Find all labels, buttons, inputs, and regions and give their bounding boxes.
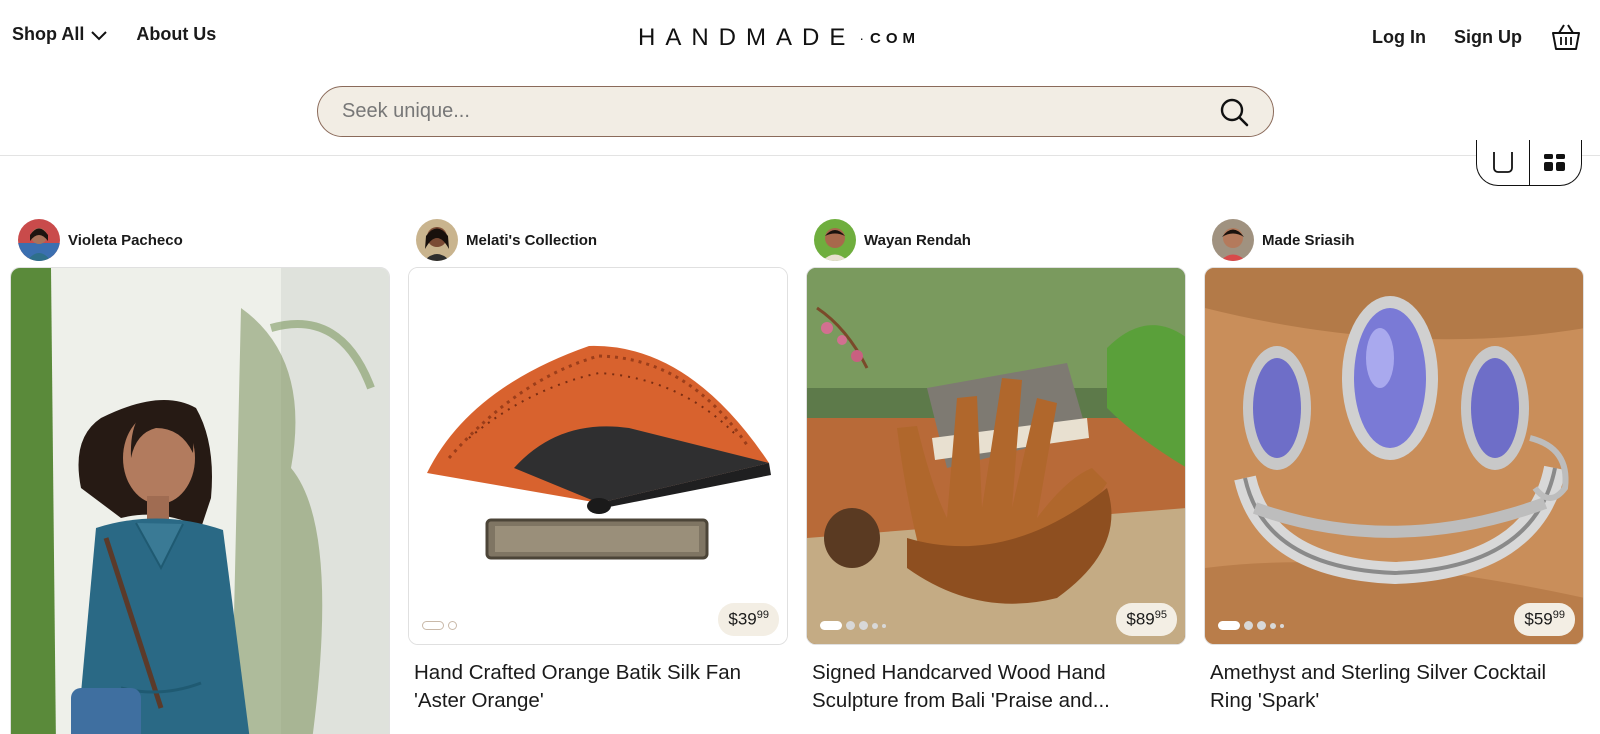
carousel-dot[interactable]: [820, 621, 842, 630]
sign-up-link[interactable]: Sign Up: [1454, 27, 1522, 48]
seller-link[interactable]: Violeta Pacheco: [10, 218, 390, 262]
avatar: [18, 219, 60, 261]
seller-name: Melati's Collection: [466, 231, 598, 249]
image-carousel-dots[interactable]: [1218, 621, 1284, 630]
price-dollars: $59: [1524, 610, 1553, 629]
nav-right: Log In Sign Up: [1372, 22, 1582, 52]
product-card[interactable]: Wayan Rendah $8995 Signed Handcarved Woo…: [806, 218, 1186, 719]
search-input[interactable]: [342, 87, 1182, 135]
log-in-link[interactable]: Log In: [1372, 27, 1426, 48]
carousel-dot[interactable]: [448, 621, 457, 630]
product-image[interactable]: $3999: [408, 267, 788, 645]
grid-view-button[interactable]: [1528, 140, 1582, 185]
price-cents: 99: [756, 609, 769, 622]
chevron-down-icon: [91, 30, 108, 40]
price-tag: $8995: [1116, 603, 1177, 636]
carousel-dot[interactable]: [882, 623, 886, 628]
seller-link[interactable]: Made Sriasih: [1204, 218, 1584, 262]
carousel-dot[interactable]: [422, 621, 444, 630]
seller-name: Wayan Rendah: [864, 231, 971, 249]
site-header: Shop All About Us HANDMADE · COM Log In …: [0, 0, 1600, 156]
product-card[interactable]: Violeta Pacheco: [10, 218, 390, 734]
carousel-dot[interactable]: [1218, 621, 1240, 630]
product-card[interactable]: Made Sriasih $5999 Amethyst and Sterling…: [1204, 218, 1584, 719]
price-tag: $3999: [718, 603, 779, 636]
image-carousel-dots[interactable]: [422, 621, 457, 630]
product-photo: [1205, 268, 1583, 644]
single-view-icon: [1492, 151, 1513, 173]
logo-dot: ·: [859, 30, 865, 46]
price-tag: $5999: [1514, 603, 1575, 636]
carousel-dot[interactable]: [872, 622, 878, 629]
carousel-dot[interactable]: [1244, 621, 1253, 630]
seller-link[interactable]: Melati's Collection: [408, 218, 788, 262]
avatar: [1212, 219, 1254, 261]
carousel-dot[interactable]: [846, 621, 855, 630]
image-carousel-dots[interactable]: [820, 621, 886, 630]
grid-view-icon: [1544, 153, 1566, 171]
product-image[interactable]: $8995: [806, 267, 1186, 645]
basket-icon[interactable]: [1550, 22, 1582, 52]
product-image[interactable]: $5999: [1204, 267, 1584, 645]
logo-main: HANDMADE: [638, 24, 856, 51]
search-icon[interactable]: [1219, 97, 1249, 127]
product-title[interactable]: Signed Handcarved Wood Hand Sculpture fr…: [806, 659, 1186, 719]
carousel-dot[interactable]: [1270, 622, 1276, 629]
nav-left: Shop All About Us: [12, 24, 216, 45]
logo-suffix: COM: [870, 29, 921, 47]
shop-all-menu[interactable]: Shop All: [12, 24, 108, 45]
product-photo: [409, 268, 787, 644]
carousel-dot[interactable]: [1280, 623, 1284, 628]
seller-name: Violeta Pacheco: [68, 231, 183, 249]
seller-link[interactable]: Wayan Rendah: [806, 218, 1186, 262]
price-cents: 95: [1154, 609, 1167, 622]
view-toggle: [1476, 140, 1582, 186]
carousel-dot[interactable]: [1257, 621, 1266, 630]
price-dollars: $39: [728, 610, 757, 629]
product-photo: [11, 268, 389, 734]
single-view-button[interactable]: [1477, 140, 1529, 185]
price-dollars: $89: [1126, 610, 1155, 629]
product-card[interactable]: Melati's Collection $3999 Hand Crafted O…: [408, 218, 788, 719]
price-cents: 99: [1552, 609, 1565, 622]
product-photo: [807, 268, 1185, 644]
about-us-link[interactable]: About Us: [136, 24, 216, 45]
product-title[interactable]: Amethyst and Sterling Silver Cocktail Ri…: [1204, 659, 1584, 719]
product-image[interactable]: [10, 267, 390, 734]
carousel-dot[interactable]: [859, 621, 868, 630]
site-logo[interactable]: HANDMADE · COM: [638, 24, 920, 52]
search-bar: [317, 86, 1274, 137]
avatar: [416, 219, 458, 261]
seller-name: Made Sriasih: [1262, 231, 1355, 249]
avatar: [814, 219, 856, 261]
product-title[interactable]: Hand Crafted Orange Batik Silk Fan 'Aste…: [408, 659, 788, 719]
shop-all-label: Shop All: [12, 24, 85, 44]
